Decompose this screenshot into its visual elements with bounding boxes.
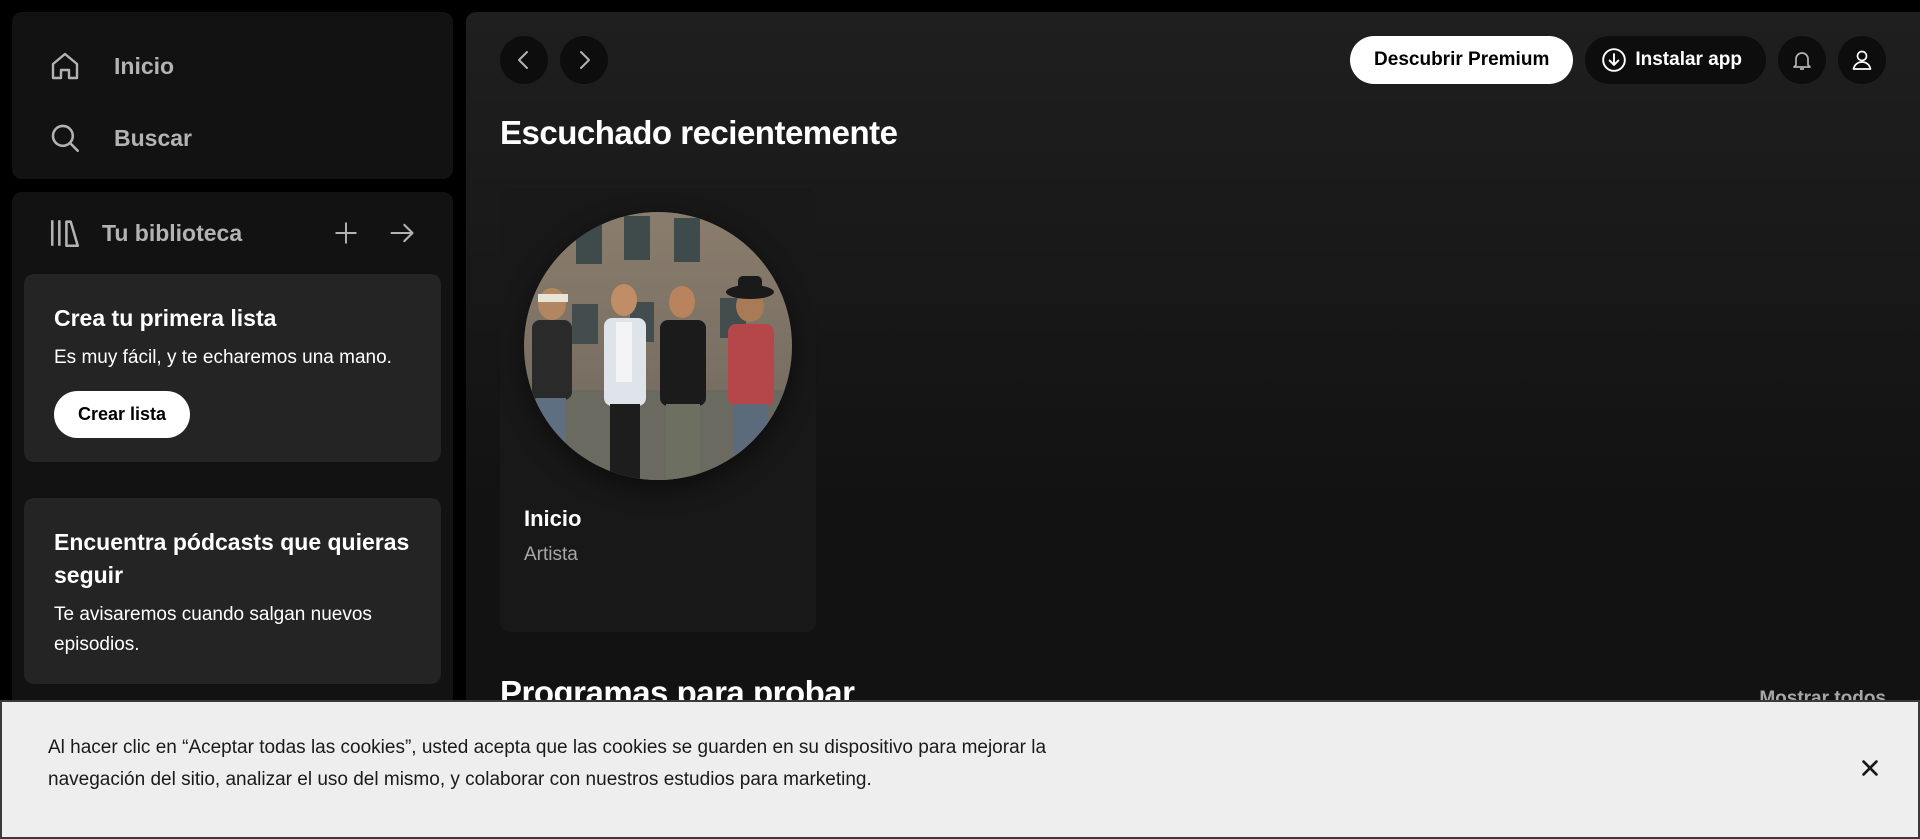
spotify-app: Inicio Buscar Tu biblioteca Crea tu prim… xyxy=(0,0,1920,839)
sidebar-nav: Inicio Buscar xyxy=(12,12,453,179)
promo-title: Crea tu primera lista xyxy=(54,305,277,331)
library-title[interactable]: Tu biblioteca xyxy=(102,220,307,247)
promo-text: Es muy fácil, y te echaremos una mano. xyxy=(54,347,392,368)
sidebar-item-home[interactable]: Inicio xyxy=(48,30,453,102)
card-title: Inicio xyxy=(524,506,582,531)
promo-title: Encuentra pódcasts que quieras seguir xyxy=(54,529,410,588)
notifications-button[interactable] xyxy=(1778,36,1826,84)
create-playlist-card: Crea tu primera lista Es muy fácil, y te… xyxy=(24,274,441,462)
library-header: Tu biblioteca xyxy=(12,192,453,274)
bell-icon xyxy=(1790,48,1814,72)
sidebar-item-label: Inicio xyxy=(114,52,175,79)
back-button[interactable] xyxy=(500,36,548,84)
close-icon xyxy=(1859,757,1881,779)
podcasts-card: Encuentra pódcasts que quieras seguir Te… xyxy=(24,498,441,684)
sidebar-item-label: Buscar xyxy=(114,124,192,151)
topbar: Descubrir Premium Instalar app xyxy=(500,36,1886,84)
artist-image xyxy=(524,212,792,480)
card-subtitle: Artista xyxy=(524,544,578,565)
home-icon xyxy=(48,49,82,83)
user-icon xyxy=(1850,48,1874,72)
recently-played-heading: Escuchado recientemente xyxy=(500,114,898,151)
user-menu-button[interactable] xyxy=(1838,36,1886,84)
forward-button[interactable] xyxy=(560,36,608,84)
plus-icon[interactable] xyxy=(329,216,363,250)
close-button[interactable] xyxy=(1852,750,1888,786)
promo-text: Te avisaremos cuando salgan nuevos episo… xyxy=(54,604,372,655)
arrow-right-icon[interactable] xyxy=(385,216,419,250)
library-icon[interactable] xyxy=(48,216,84,250)
download-icon xyxy=(1601,47,1627,73)
cookie-banner: Al hacer clic en “Aceptar todas las cook… xyxy=(0,700,1920,839)
chevron-right-icon xyxy=(572,48,596,72)
chevron-left-icon xyxy=(512,48,536,72)
artist-card[interactable]: Inicio Artista xyxy=(500,188,816,632)
create-playlist-button[interactable]: Crear lista xyxy=(54,391,191,438)
install-app-label: Instalar app xyxy=(1635,49,1742,70)
install-app-button[interactable]: Instalar app xyxy=(1585,36,1766,84)
cookie-text: Al hacer clic en “Aceptar todas las cook… xyxy=(48,737,1047,790)
discover-premium-button[interactable]: Descubrir Premium xyxy=(1350,36,1574,84)
search-icon xyxy=(48,121,82,155)
sidebar-item-search[interactable]: Buscar xyxy=(48,102,453,174)
